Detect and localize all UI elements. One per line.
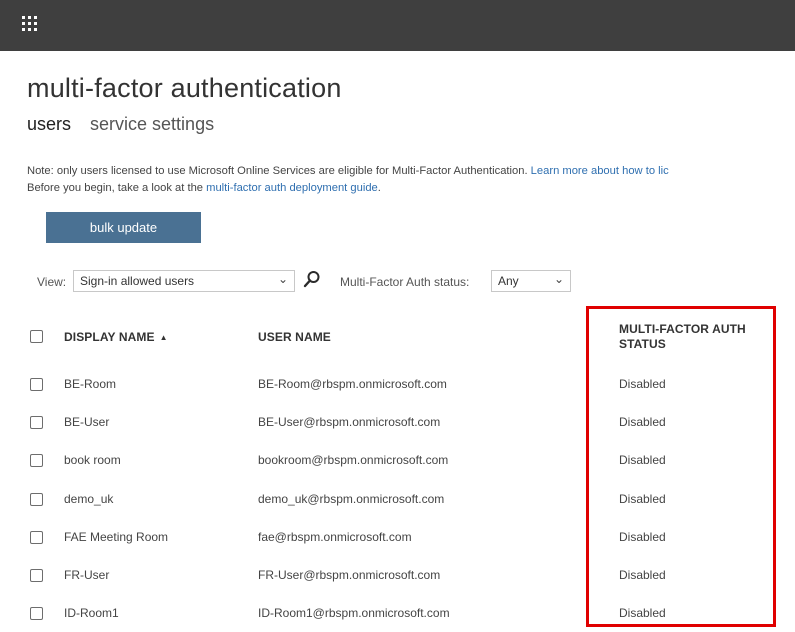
row-checkbox[interactable] (30, 531, 43, 544)
mfa-status-select-value: Any (498, 274, 519, 288)
mfa-status-header-line2: STATUS (619, 337, 666, 351)
mfa-status-header-line1: MULTI-FACTOR AUTH (619, 322, 746, 336)
note-text-line1: Note: only users licensed to use Microso… (27, 165, 531, 177)
table-row[interactable]: book room bookroom@rbspm.onmicrosoft.com… (0, 441, 795, 479)
user-name-cell: demo_uk@rbspm.onmicrosoft.com (258, 492, 445, 506)
note-text-line2-end: . (377, 182, 381, 194)
user-name-cell: fae@rbspm.onmicrosoft.com (258, 530, 412, 544)
note-text-line2: Before you begin, take a look at the (27, 182, 207, 194)
mfa-status-cell: Disabled (619, 568, 666, 582)
table-row[interactable]: demo_uk demo_uk@rbspm.onmicrosoft.com Di… (0, 480, 795, 518)
mfa-status-cell: Disabled (619, 415, 666, 429)
chevron-down-icon: ⌄ (277, 272, 288, 286)
deployment-guide-link[interactable]: multi-factor auth deployment guide (206, 182, 378, 194)
table-row[interactable]: BE-User BE-User@rbspm.onmicrosoft.com Di… (0, 403, 795, 441)
row-checkbox[interactable] (30, 416, 43, 429)
display-name-header-label: DISPLAY NAME (64, 330, 155, 344)
sort-ascending-icon: ▲ (159, 333, 168, 343)
tab-bar: users service settings (27, 114, 228, 135)
tab-service-settings[interactable]: service settings (90, 114, 214, 135)
table-row[interactable]: BE-Room BE-Room@rbspm.onmicrosoft.com Di… (0, 365, 795, 403)
mfa-status-cell: Disabled (619, 492, 666, 506)
display-name-cell: demo_uk (64, 492, 114, 506)
view-select[interactable]: Sign-in allowed users ⌄ (73, 270, 295, 292)
user-name-cell: FR-User@rbspm.onmicrosoft.com (258, 568, 441, 582)
display-name-cell: ID-Room1 (64, 606, 119, 620)
view-label: View: (37, 275, 67, 289)
table-row[interactable]: FAE Meeting Room fae@rbspm.onmicrosoft.c… (0, 518, 795, 556)
row-checkbox[interactable] (30, 493, 43, 506)
licensing-note: Note: only users licensed to use Microso… (27, 163, 795, 197)
table-row[interactable]: FR-User FR-User@rbspm.onmicrosoft.com Di… (0, 556, 795, 594)
display-name-cell: FR-User (64, 568, 110, 582)
user-name-cell: BE-Room@rbspm.onmicrosoft.com (258, 377, 447, 391)
mfa-status-select[interactable]: Any ⌄ (491, 270, 571, 292)
select-all-checkbox[interactable] (30, 330, 43, 343)
mfa-status-cell: Disabled (619, 377, 666, 391)
user-name-cell: BE-User@rbspm.onmicrosoft.com (258, 415, 441, 429)
view-select-value: Sign-in allowed users (80, 274, 195, 288)
page-title: multi-factor authentication (27, 73, 342, 103)
search-icon[interactable] (303, 270, 321, 288)
row-checkbox[interactable] (30, 569, 43, 582)
display-name-cell: FAE Meeting Room (64, 530, 169, 544)
waffle-icon[interactable] (22, 16, 37, 31)
row-checkbox[interactable] (30, 607, 43, 620)
chevron-down-icon: ⌄ (553, 272, 564, 286)
learn-more-link[interactable]: Learn more about how to lic (531, 165, 669, 177)
display-name-cell: BE-User (64, 415, 110, 429)
user-name-cell: ID-Room1@rbspm.onmicrosoft.com (258, 606, 450, 620)
mfa-status-cell: Disabled (619, 453, 666, 467)
display-name-cell: book room (64, 453, 121, 467)
user-name-cell: bookroom@rbspm.onmicrosoft.com (258, 453, 449, 467)
mfa-status-cell: Disabled (619, 530, 666, 544)
display-name-cell: BE-Room (64, 377, 117, 391)
mfa-status-label: Multi-Factor Auth status: (340, 275, 470, 289)
tab-users[interactable]: users (27, 114, 71, 135)
column-header-mfa-status[interactable]: MULTI-FACTOR AUTH STATUS (619, 322, 746, 352)
mfa-status-cell: Disabled (619, 606, 666, 620)
table-row[interactable]: ID-Room1 ID-Room1@rbspm.onmicrosoft.com … (0, 594, 795, 632)
row-checkbox[interactable] (30, 454, 43, 467)
column-header-user-name[interactable]: USER NAME (258, 330, 331, 345)
row-checkbox[interactable] (30, 378, 43, 391)
top-bar (0, 0, 795, 51)
column-header-display-name[interactable]: DISPLAY NAME ▲ (64, 330, 168, 345)
bulk-update-button[interactable]: bulk update (46, 212, 201, 243)
